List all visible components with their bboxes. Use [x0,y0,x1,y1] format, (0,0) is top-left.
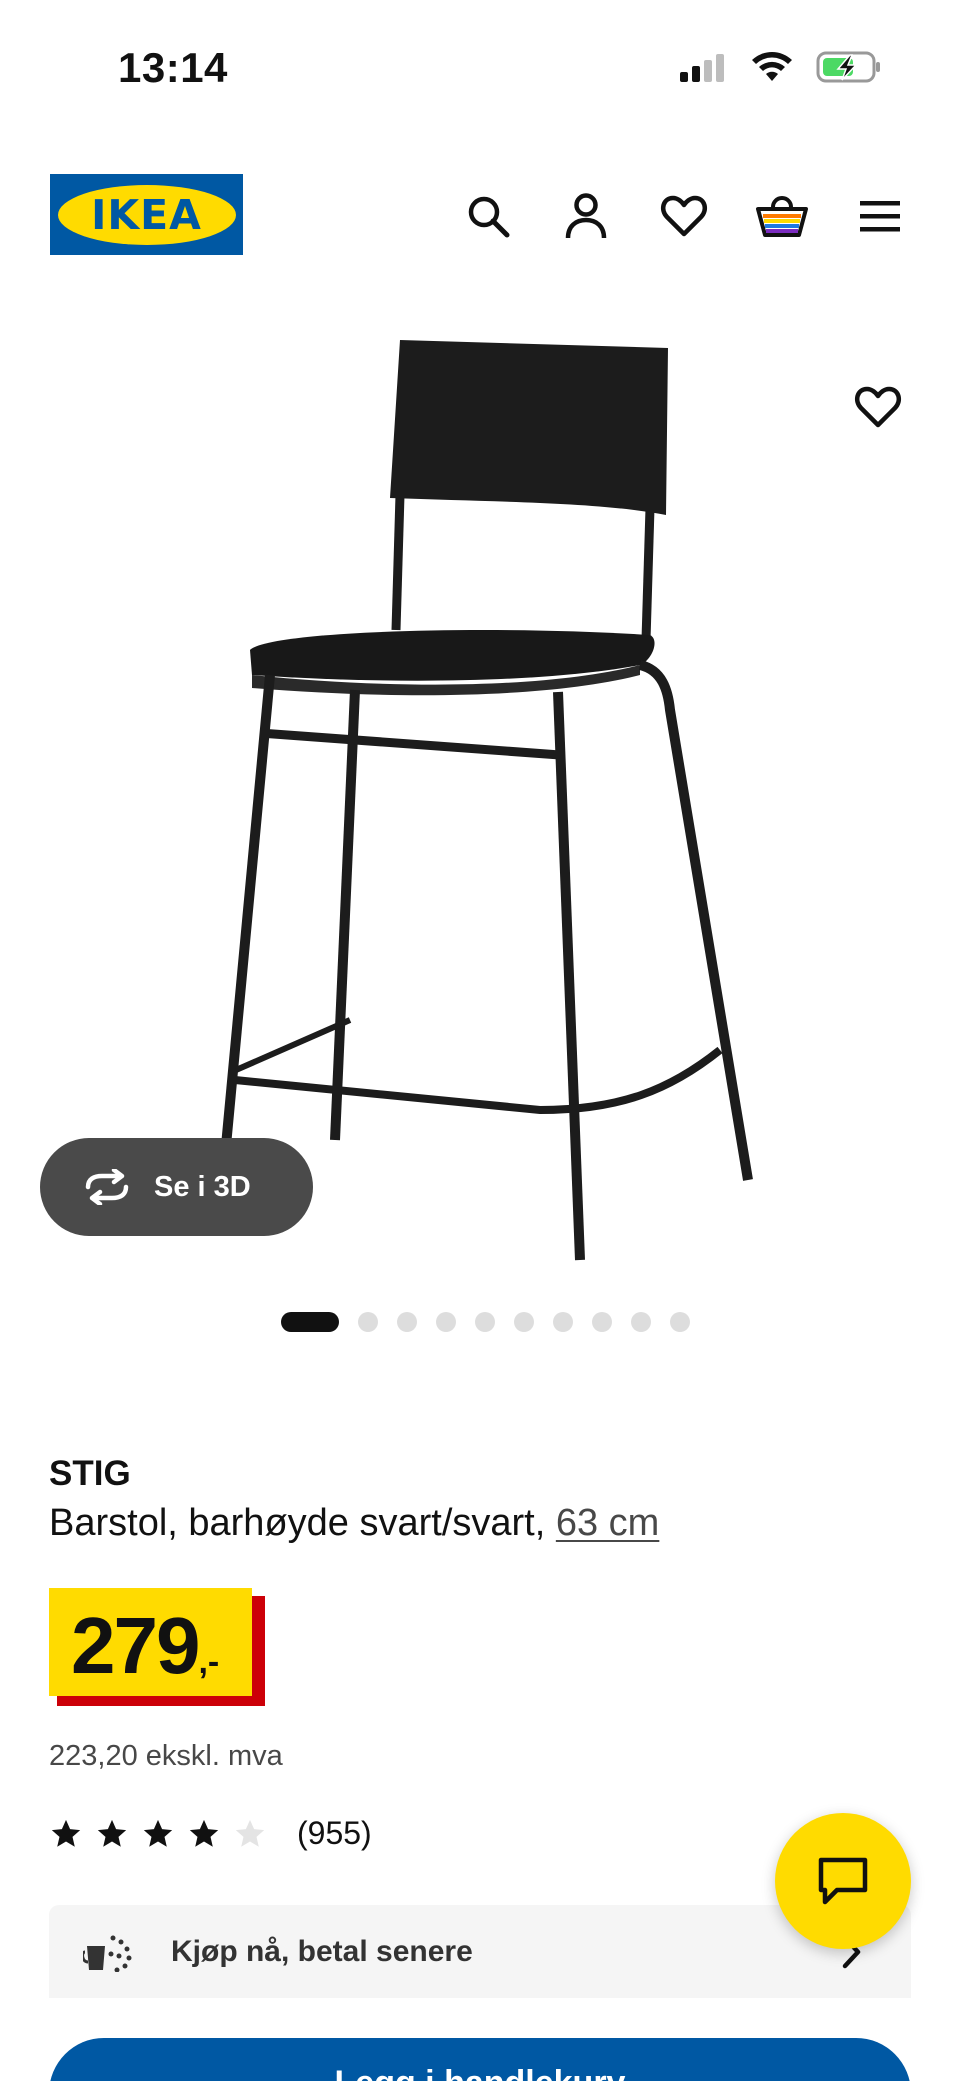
add-to-cart-button[interactable]: Legg i handlekurv [49,2038,911,2081]
status-icons [678,50,882,84]
add-to-cart-label: Legg i handlekurv [335,2064,626,2081]
search-button[interactable] [460,188,516,244]
heart-icon [660,195,708,237]
product-description: Barstol, barhøyde svart/svart, 63 cm [49,1502,659,1545]
cellular-signal-icon [680,54,724,82]
wifi-icon [752,52,792,81]
price-excl-vat: 223,20 ekskl. mva [49,1740,283,1772]
carousel-pagination [0,1312,960,1332]
shopping-bag-icon [756,196,808,237]
star-filled-icon [97,1819,127,1847]
add-to-wishlist-button[interactable] [854,385,910,441]
header-icons [460,188,908,244]
menu-button[interactable] [852,188,908,244]
carousel-dot[interactable] [669,1312,690,1332]
carousel-dot[interactable] [513,1312,534,1332]
carousel-dot[interactable] [357,1312,378,1332]
chat-button[interactable] [775,1813,911,1949]
heart-icon [854,386,902,428]
account-button[interactable] [558,188,614,244]
cart-button[interactable] [754,188,810,244]
klarna-pay-icon [83,1935,132,1972]
product-description-text: Barstol, barhøyde svart/svart, [49,1502,556,1544]
price-decimal: ,- [198,1643,220,1681]
hamburger-menu-icon [860,201,900,232]
view-3d-label: Se i 3D [154,1170,251,1203]
carousel-dot[interactable] [552,1312,573,1332]
size-link[interactable]: 63 cm [556,1502,659,1544]
rotate-3d-icon [85,1169,129,1205]
carousel-dot[interactable] [280,1312,339,1332]
star-filled-icon [51,1819,81,1847]
rating-count: (955) [297,1815,372,1851]
status-bar: 13:14 [0,0,960,140]
price-tag: 279 ,- [49,1588,265,1706]
view-3d-button[interactable]: Se i 3D [40,1138,313,1236]
header: IKEA [0,160,960,270]
logo-text: IKEA [91,190,202,239]
product-name: STIG [49,1454,131,1493]
pay-later-option[interactable]: Kjøp nå, betal senere [49,1905,911,1998]
carousel-dot[interactable] [591,1312,612,1332]
ikea-logo[interactable]: IKEA [50,174,243,255]
product-media[interactable]: Se i 3D [0,300,960,1300]
pay-later-label: Kjøp nå, betal senere [171,1934,473,1968]
carousel-dot[interactable] [474,1312,495,1332]
carousel-dot[interactable] [396,1312,417,1332]
price-integer: 279 [71,1601,200,1690]
star-filled-icon [143,1819,173,1847]
wishlist-button[interactable] [656,188,712,244]
rating[interactable]: (955) [49,1815,372,1852]
chat-bubble-icon [818,1857,868,1905]
carousel-dot[interactable] [630,1312,651,1332]
star-empty-icon [235,1819,265,1847]
user-icon [565,193,607,239]
search-icon [468,196,510,238]
carousel-dot[interactable] [435,1312,456,1332]
star-filled-icon [189,1819,219,1847]
battery-charging-icon [816,51,880,83]
status-time: 13:14 [118,44,228,91]
